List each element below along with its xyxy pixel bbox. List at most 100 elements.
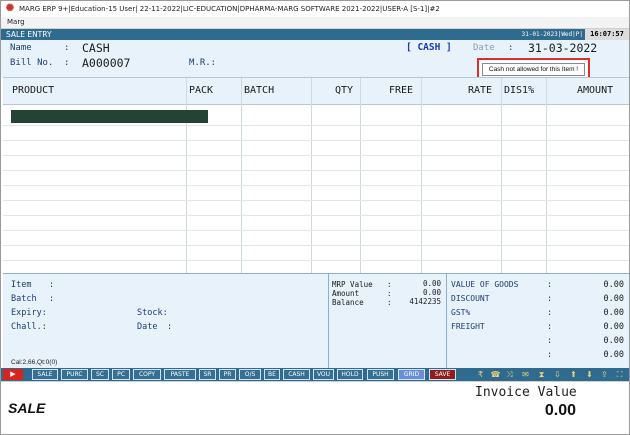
- gst-label: GST%: [451, 308, 471, 317]
- hourglass-icon[interactable]: ⧗: [536, 369, 547, 380]
- up-arrow-icon[interactable]: ⬆: [568, 369, 579, 380]
- amount-label: Amount: [332, 289, 360, 298]
- extra2-value: 0.00: [603, 350, 624, 360]
- extra2-colon: :: [547, 350, 553, 360]
- value-of-goods-label: VALUE OF GOODS: [451, 280, 519, 289]
- freight-colon: :: [547, 322, 553, 332]
- item-info-panel: Item : Batch : Expiry: Chall.: Stock: Da…: [3, 273, 629, 369]
- vou-button[interactable]: VOU: [313, 369, 334, 380]
- menu-bar: Marg: [1, 17, 629, 29]
- value-of-goods: 0.00: [603, 280, 624, 290]
- gst-value: 0.00: [603, 308, 624, 318]
- bill-no-label: Bill No.: [10, 58, 54, 68]
- balance-label: Balance: [332, 298, 364, 307]
- fullscreen-icon[interactable]: ⛶: [614, 369, 625, 380]
- payment-mode-badge: [ CASH ]: [406, 42, 452, 53]
- os-button[interactable]: O/S: [239, 369, 261, 380]
- discount-colon: :: [547, 294, 553, 304]
- goods-colon: :: [547, 280, 553, 290]
- bill-no-colon: :: [64, 58, 70, 68]
- freight-label: FREIGHT: [451, 322, 485, 331]
- amount-colon: :: [387, 289, 392, 298]
- chall-label: Chall.:: [11, 322, 47, 332]
- calc-status: Cal:2,66,Qt:0(0): [11, 359, 58, 366]
- date-colon: :: [508, 43, 514, 53]
- grid-header: PRODUCT PACK BATCH QTY FREE RATE DIS1% A…: [3, 78, 629, 105]
- name-label: Name: [10, 43, 32, 53]
- balance-colon: :: [387, 298, 392, 307]
- column-free: FREE: [389, 85, 414, 96]
- sc-button[interactable]: SC: [91, 369, 109, 380]
- invoice-value: 0.00: [544, 402, 576, 419]
- be-button[interactable]: BE: [264, 369, 280, 380]
- item-colon: :: [49, 280, 55, 290]
- error-tooltip: Cash not allowed for this Item !: [482, 63, 585, 76]
- sale-button[interactable]: SALE: [32, 369, 58, 380]
- column-rate: RATE: [468, 85, 493, 96]
- item-date-colon: :: [167, 322, 173, 332]
- mrp-value-label: MRP Value: [332, 280, 373, 289]
- invoice-value-label: Invoice Value: [475, 385, 577, 400]
- paste-button[interactable]: PASTE: [164, 369, 196, 380]
- play-icon[interactable]: ▶: [3, 369, 23, 380]
- rupee-icon[interactable]: ₹: [475, 369, 486, 380]
- mrp-colon: :: [387, 280, 392, 289]
- column-product: PRODUCT: [12, 85, 55, 96]
- column-dis1: DIS1%: [504, 85, 535, 96]
- totals-panel: VALUE OF GOODS : 0.00 DISCOUNT : 0.00 GS…: [447, 274, 629, 369]
- upload-icon[interactable]: ⇪: [599, 369, 610, 380]
- system-date: 31-01-2023|Wed|P|: [521, 31, 583, 38]
- discount-value: 0.00: [603, 294, 624, 304]
- copy-button[interactable]: COPY: [133, 369, 161, 380]
- mrp-value: 0.00: [422, 279, 441, 288]
- column-batch: BATCH: [244, 85, 275, 96]
- product-grid: PRODUCT PACK BATCH QTY FREE RATE DIS1% A…: [3, 77, 629, 274]
- save-button[interactable]: SAVE: [429, 369, 456, 380]
- system-time: 16:07:57: [585, 29, 629, 40]
- cash-button[interactable]: CASH: [283, 369, 310, 380]
- down-arrow-icon[interactable]: ⬇: [584, 369, 595, 380]
- sms-icon[interactable]: ✉: [520, 369, 531, 380]
- column-pack: PACK: [189, 85, 214, 96]
- mr-label[interactable]: M.R.:: [189, 58, 216, 68]
- party-name-field[interactable]: CASH: [82, 41, 110, 55]
- extra1-value: 0.00: [603, 336, 624, 346]
- column-amount: AMOUNT: [577, 85, 614, 96]
- grid-button[interactable]: GRID: [398, 369, 425, 380]
- amount-value: 0.00: [422, 288, 441, 297]
- bill-date-field[interactable]: 31-03-2022: [528, 41, 597, 55]
- stock-label: Stock:: [137, 308, 168, 318]
- app-window: ✺ MARG ERP 9+|Education-15 User| 22-11-2…: [0, 0, 630, 435]
- hold-button[interactable]: HOLD: [337, 369, 363, 380]
- shuffle-icon[interactable]: ⤨: [504, 369, 515, 380]
- item-details: Item : Batch : Expiry: Chall.: Stock: Da…: [3, 274, 329, 369]
- marg-logo-icon: ✺: [5, 3, 15, 14]
- title-bar: ✺ MARG ERP 9+|Education-15 User| 22-11-2…: [1, 1, 629, 17]
- gst-colon: :: [547, 308, 553, 318]
- bill-no-field[interactable]: A000007: [82, 56, 130, 70]
- phone-icon[interactable]: ☎: [490, 369, 501, 380]
- date-label: Date: [473, 43, 495, 53]
- footer: SALE Invoice Value 0.00: [1, 381, 629, 434]
- name-colon: :: [64, 43, 70, 53]
- expiry-label: Expiry:: [11, 308, 47, 318]
- batch-label: Batch: [11, 294, 37, 304]
- discount-label: DISCOUNT: [451, 294, 490, 303]
- item-date-label: Date: [137, 322, 158, 332]
- product-entry-cursor[interactable]: [11, 110, 208, 123]
- column-qty: QTY: [335, 85, 354, 96]
- pr-button[interactable]: PR: [219, 369, 236, 380]
- sale-entry-title: SALE ENTRY: [6, 30, 52, 39]
- voucher-type-label: SALE: [8, 400, 46, 416]
- sr-button[interactable]: SR: [199, 369, 216, 380]
- pc-button[interactable]: PC: [112, 369, 130, 380]
- purc-button[interactable]: PURC: [61, 369, 88, 380]
- mrp-panel: MRP Value : 0.00 Amount : 0.00 Balance :…: [329, 274, 447, 369]
- freight-value: 0.00: [603, 322, 624, 332]
- push-button[interactable]: PUSH: [367, 369, 394, 380]
- window-title: MARG ERP 9+|Education-15 User| 22-11-202…: [19, 5, 440, 13]
- menu-marg[interactable]: Marg: [7, 18, 25, 26]
- balance-value: 4142235: [409, 297, 441, 306]
- batch-colon: :: [49, 294, 55, 304]
- download-icon[interactable]: ⇩: [552, 369, 563, 380]
